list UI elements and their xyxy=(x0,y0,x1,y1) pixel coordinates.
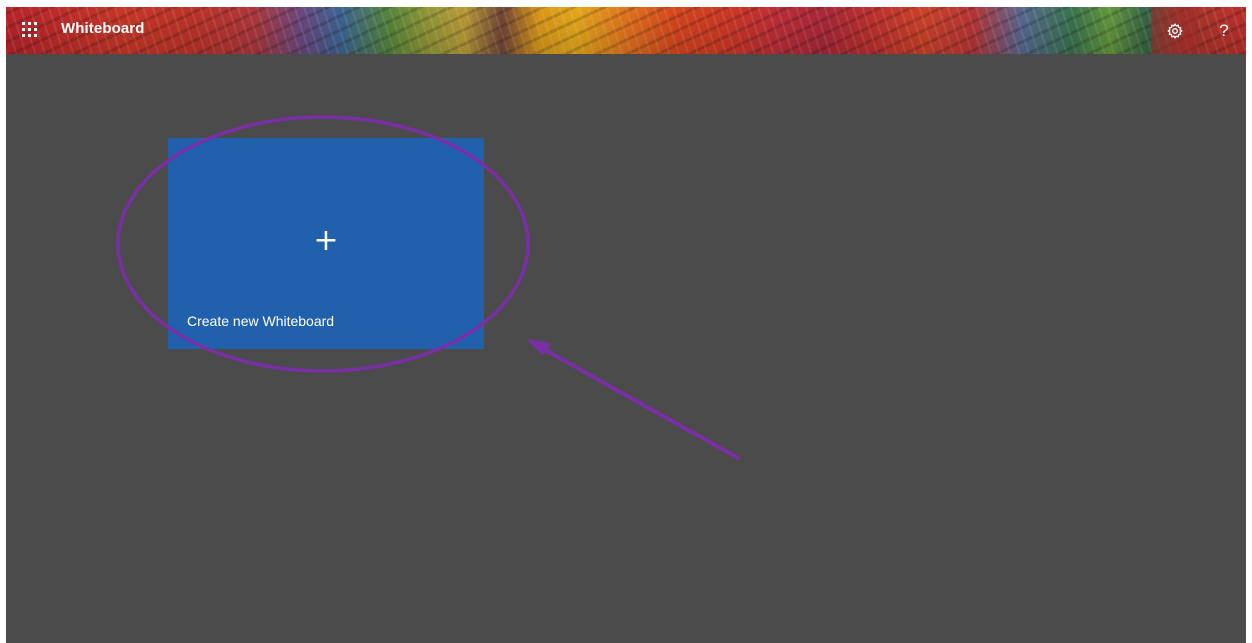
app-title[interactable]: Whiteboard xyxy=(61,20,145,37)
app-launcher-dot xyxy=(22,28,25,31)
app-launcher-dot xyxy=(28,22,31,25)
plus-icon: + xyxy=(313,223,339,258)
header-shade xyxy=(6,7,1246,54)
pointer-arrow-head xyxy=(526,339,551,356)
app-launcher-dot xyxy=(22,22,25,25)
app-launcher-dot xyxy=(34,22,37,25)
header-bar: Whiteboard ? xyxy=(6,7,1246,54)
create-new-whiteboard-tile[interactable]: + Create new Whiteboard xyxy=(168,138,484,349)
pointer-arrow-shaft xyxy=(536,344,740,460)
app-launcher-dot xyxy=(34,34,37,37)
app-launcher-dot xyxy=(34,28,37,31)
app-launcher-dot xyxy=(22,34,25,37)
app-window: Whiteboard ? + Create new Whiteboard xyxy=(6,7,1246,643)
settings-button[interactable] xyxy=(1151,7,1198,54)
app-launcher-icon[interactable] xyxy=(21,21,40,40)
create-new-whiteboard-label: Create new Whiteboard xyxy=(187,313,335,329)
help-button[interactable]: ? xyxy=(1202,7,1246,54)
app-launcher-dot xyxy=(28,34,31,37)
app-launcher-dot xyxy=(28,28,31,31)
gear-icon xyxy=(1166,22,1183,39)
